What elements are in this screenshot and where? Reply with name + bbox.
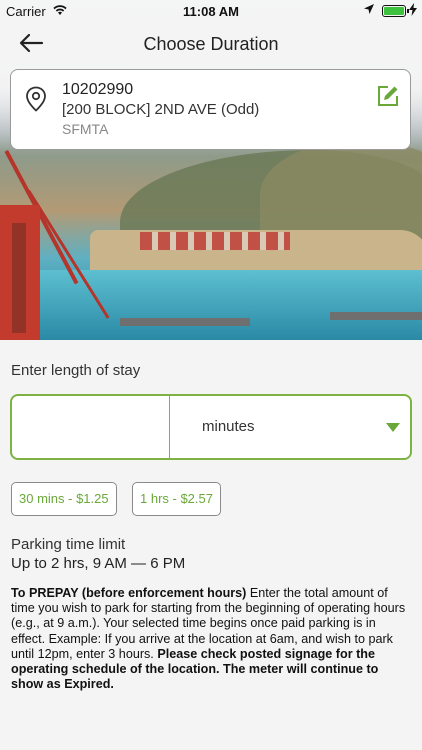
clock: 11:08 AM bbox=[183, 4, 239, 19]
navigation-bar: Choose Duration bbox=[0, 24, 422, 64]
duration-input[interactable] bbox=[12, 396, 170, 458]
map-pin-icon bbox=[25, 86, 47, 112]
location-agency: SFMTA bbox=[62, 121, 109, 137]
time-limit-label: Parking time limit bbox=[11, 536, 126, 553]
location-code: 10202990 bbox=[62, 81, 134, 98]
location-address: [200 BLOCK] 2ND AVE (Odd) bbox=[62, 101, 260, 118]
page-title: Choose Duration bbox=[143, 34, 279, 54]
status-bar: Carrier 11:08 AM bbox=[0, 0, 422, 22]
duration-panel: Enter length of stay minutes 30 mins - $… bbox=[0, 340, 422, 750]
battery-icon bbox=[382, 5, 409, 17]
location-card: 10202990 [200 BLOCK] 2ND AVE (Odd) SFMTA bbox=[10, 69, 411, 150]
time-limit-value: Up to 2 hrs, 9 AM — 6 PM bbox=[11, 555, 186, 572]
charging-bolt-icon bbox=[409, 3, 417, 19]
location-arrow-icon bbox=[363, 3, 375, 18]
edit-location-button[interactable] bbox=[376, 84, 400, 108]
preset-1-hr-button[interactable]: 1 hrs - $2.57 bbox=[132, 482, 221, 516]
duration-field-group: minutes bbox=[10, 394, 412, 460]
edit-icon bbox=[378, 86, 398, 106]
prepay-heading: To PREPAY (before enforcement hours) bbox=[11, 586, 247, 600]
length-of-stay-label: Enter length of stay bbox=[11, 362, 141, 379]
chevron-down-icon bbox=[386, 423, 400, 432]
prepay-instructions: To PREPAY (before enforcement hours) Ent… bbox=[11, 586, 413, 692]
preset-30-mins-button[interactable]: 30 mins - $1.25 bbox=[11, 482, 117, 516]
duration-unit-label: minutes bbox=[202, 418, 255, 435]
